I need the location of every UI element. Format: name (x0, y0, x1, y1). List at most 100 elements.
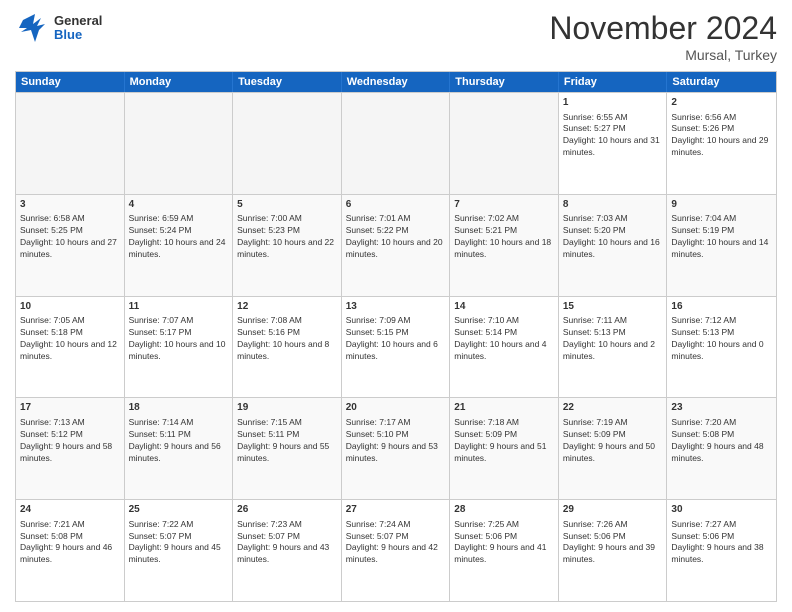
cell-details: Sunrise: 7:07 AM Sunset: 5:17 PM Dayligh… (129, 315, 229, 363)
day-number: 14 (454, 300, 554, 314)
calendar-cell-3-6: 15Sunrise: 7:11 AM Sunset: 5:13 PM Dayli… (559, 297, 668, 398)
calendar-cell-1-4 (342, 93, 451, 194)
calendar-cell-4-4: 20Sunrise: 7:17 AM Sunset: 5:10 PM Dayli… (342, 398, 451, 499)
calendar-cell-1-6: 1 Sunrise: 6:55 AM Sunset: 5:27 PM Daylig… (559, 93, 668, 194)
cell-details: Sunrise: 7:02 AM Sunset: 5:21 PM Dayligh… (454, 213, 554, 261)
day-number: 11 (129, 300, 229, 314)
cell-details: Sunrise: 7:25 AM Sunset: 5:06 PM Dayligh… (454, 519, 554, 567)
day-number: 26 (237, 503, 337, 517)
calendar-cell-5-6: 29Sunrise: 7:26 AM Sunset: 5:06 PM Dayli… (559, 500, 668, 601)
calendar-cell-2-5: 7Sunrise: 7:02 AM Sunset: 5:21 PM Daylig… (450, 195, 559, 296)
cell-details: Sunrise: 7:04 AM Sunset: 5:19 PM Dayligh… (671, 213, 772, 261)
calendar-cell-4-5: 21 Sunrise: 7:18 AM Sunset: 5:09 PM Dayli… (450, 398, 559, 499)
day-number: 10 (20, 300, 120, 314)
calendar-cell-2-4: 6Sunrise: 7:01 AM Sunset: 5:22 PM Daylig… (342, 195, 451, 296)
day-number: 19 (237, 401, 337, 415)
day-number: 1 (563, 96, 663, 110)
calendar-row-4: 17Sunrise: 7:13 AM Sunset: 5:12 PM Dayli… (16, 397, 776, 499)
calendar-cell-2-1: 3Sunrise: 6:58 AM Sunset: 5:25 PM Daylig… (16, 195, 125, 296)
calendar-cell-4-7: 23Sunrise: 7:20 AM Sunset: 5:08 PM Dayli… (667, 398, 776, 499)
day-number: 16 (671, 300, 772, 314)
calendar: Sunday Monday Tuesday Wednesday Thursday… (15, 71, 777, 602)
calendar-cell-3-7: 16Sunrise: 7:12 AM Sunset: 5:13 PM Dayli… (667, 297, 776, 398)
calendar-row-3: 10Sunrise: 7:05 AM Sunset: 5:18 PM Dayli… (16, 296, 776, 398)
cell-details: Sunrise: 7:27 AM Sunset: 5:06 PM Dayligh… (671, 519, 772, 567)
calendar-cell-2-2: 4Sunrise: 6:59 AM Sunset: 5:24 PM Daylig… (125, 195, 234, 296)
day-number: 23 (671, 401, 772, 415)
calendar-cell-1-3 (233, 93, 342, 194)
calendar-cell-1-7: 2 Sunrise: 6:56 AM Sunset: 5:26 PM Daylig… (667, 93, 776, 194)
page: GeneralBlue November 2024 Mursal, Turkey… (0, 0, 792, 612)
calendar-cell-3-5: 14Sunrise: 7:10 AM Sunset: 5:14 PM Dayli… (450, 297, 559, 398)
calendar-header: Sunday Monday Tuesday Wednesday Thursday… (16, 72, 776, 92)
cell-details: Sunrise: 7:23 AM Sunset: 5:07 PM Dayligh… (237, 519, 337, 567)
location-text: Mursal, Turkey (549, 47, 777, 63)
cell-details: Sunrise: 7:14 AM Sunset: 5:11 PM Dayligh… (129, 417, 229, 465)
day-number: 18 (129, 401, 229, 415)
cell-details: Sunrise: 7:24 AM Sunset: 5:07 PM Dayligh… (346, 519, 446, 567)
day-number: 3 (20, 198, 120, 212)
calendar-cell-3-2: 11Sunrise: 7:07 AM Sunset: 5:17 PM Dayli… (125, 297, 234, 398)
header-saturday: Saturday (667, 72, 776, 92)
calendar-cell-5-5: 28 Sunrise: 7:25 AM Sunset: 5:06 PM Dayli… (450, 500, 559, 601)
title-block: November 2024 Mursal, Turkey (549, 10, 777, 63)
calendar-cell-4-2: 18 Sunrise: 7:14 AM Sunset: 5:11 PM Dayli… (125, 398, 234, 499)
day-number: 21 (454, 401, 554, 415)
logo-icon (15, 10, 51, 46)
calendar-row-2: 3Sunrise: 6:58 AM Sunset: 5:25 PM Daylig… (16, 194, 776, 296)
header-monday: Monday (125, 72, 234, 92)
calendar-row-5: 24 Sunrise: 7:21 AM Sunset: 5:08 PM Dayli… (16, 499, 776, 601)
calendar-row-1: 1 Sunrise: 6:55 AM Sunset: 5:27 PM Daylig… (16, 92, 776, 194)
day-number: 12 (237, 300, 337, 314)
cell-details: Sunrise: 6:56 AM Sunset: 5:26 PM Dayligh… (671, 112, 772, 160)
header-sunday: Sunday (16, 72, 125, 92)
day-number: 25 (129, 503, 229, 517)
cell-details: Sunrise: 7:19 AM Sunset: 5:09 PM Dayligh… (563, 417, 663, 465)
calendar-cell-5-2: 25 Sunrise: 7:22 AM Sunset: 5:07 PM Dayli… (125, 500, 234, 601)
cell-details: Sunrise: 7:11 AM Sunset: 5:13 PM Dayligh… (563, 315, 663, 363)
calendar-cell-4-3: 19Sunrise: 7:15 AM Sunset: 5:11 PM Dayli… (233, 398, 342, 499)
cell-details: Sunrise: 6:55 AM Sunset: 5:27 PM Dayligh… (563, 112, 663, 160)
calendar-cell-5-1: 24 Sunrise: 7:21 AM Sunset: 5:08 PM Dayli… (16, 500, 125, 601)
calendar-body: 1 Sunrise: 6:55 AM Sunset: 5:27 PM Daylig… (16, 92, 776, 601)
calendar-cell-5-7: 30 Sunrise: 7:27 AM Sunset: 5:06 PM Dayli… (667, 500, 776, 601)
day-number: 17 (20, 401, 120, 415)
cell-details: Sunrise: 7:00 AM Sunset: 5:23 PM Dayligh… (237, 213, 337, 261)
calendar-cell-3-1: 10Sunrise: 7:05 AM Sunset: 5:18 PM Dayli… (16, 297, 125, 398)
cell-details: Sunrise: 7:21 AM Sunset: 5:08 PM Dayligh… (20, 519, 120, 567)
header-tuesday: Tuesday (233, 72, 342, 92)
cell-details: Sunrise: 7:08 AM Sunset: 5:16 PM Dayligh… (237, 315, 337, 363)
day-number: 8 (563, 198, 663, 212)
cell-details: Sunrise: 7:12 AM Sunset: 5:13 PM Dayligh… (671, 315, 772, 363)
cell-details: Sunrise: 6:59 AM Sunset: 5:24 PM Dayligh… (129, 213, 229, 261)
calendar-cell-2-3: 5Sunrise: 7:00 AM Sunset: 5:23 PM Daylig… (233, 195, 342, 296)
cell-details: Sunrise: 7:03 AM Sunset: 5:20 PM Dayligh… (563, 213, 663, 261)
header-wednesday: Wednesday (342, 72, 451, 92)
day-number: 15 (563, 300, 663, 314)
day-number: 4 (129, 198, 229, 212)
day-number: 27 (346, 503, 446, 517)
calendar-cell-5-3: 26 Sunrise: 7:23 AM Sunset: 5:07 PM Dayli… (233, 500, 342, 601)
header-thursday: Thursday (450, 72, 559, 92)
day-number: 9 (671, 198, 772, 212)
header: GeneralBlue November 2024 Mursal, Turkey (15, 10, 777, 63)
cell-details: Sunrise: 7:05 AM Sunset: 5:18 PM Dayligh… (20, 315, 120, 363)
calendar-cell-2-7: 9Sunrise: 7:04 AM Sunset: 5:19 PM Daylig… (667, 195, 776, 296)
logo: GeneralBlue (15, 10, 102, 46)
day-number: 28 (454, 503, 554, 517)
calendar-cell-5-4: 27 Sunrise: 7:24 AM Sunset: 5:07 PM Dayli… (342, 500, 451, 601)
day-number: 22 (563, 401, 663, 415)
day-number: 7 (454, 198, 554, 212)
cell-details: Sunrise: 6:58 AM Sunset: 5:25 PM Dayligh… (20, 213, 120, 261)
month-title: November 2024 (549, 10, 777, 47)
day-number: 6 (346, 198, 446, 212)
day-number: 30 (671, 503, 772, 517)
day-number: 5 (237, 198, 337, 212)
day-number: 24 (20, 503, 120, 517)
cell-details: Sunrise: 7:18 AM Sunset: 5:09 PM Dayligh… (454, 417, 554, 465)
calendar-cell-2-6: 8Sunrise: 7:03 AM Sunset: 5:20 PM Daylig… (559, 195, 668, 296)
cell-details: Sunrise: 7:22 AM Sunset: 5:07 PM Dayligh… (129, 519, 229, 567)
day-number: 2 (671, 96, 772, 110)
cell-details: Sunrise: 7:01 AM Sunset: 5:22 PM Dayligh… (346, 213, 446, 261)
cell-details: Sunrise: 7:26 AM Sunset: 5:06 PM Dayligh… (563, 519, 663, 567)
